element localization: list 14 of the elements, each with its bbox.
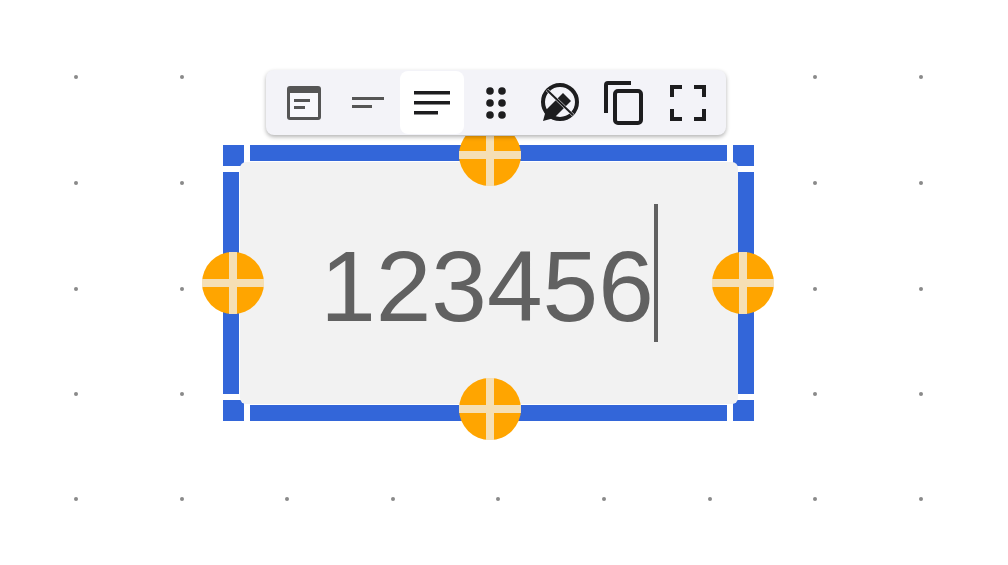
- connector-handle-icon[interactable]: [711, 251, 775, 315]
- node-text: 123456: [320, 230, 654, 336]
- connector-handle-icon[interactable]: [201, 251, 265, 315]
- align-lines-icon: [352, 96, 384, 109]
- text-node[interactable]: 123456: [240, 162, 738, 404]
- text-lines-icon: [414, 90, 450, 115]
- drag-handle-icon: [486, 86, 506, 119]
- copy-icon: [604, 80, 644, 125]
- card-icon: [286, 84, 322, 121]
- toolbar-button[interactable]: [400, 71, 464, 134]
- connector-handle-icon[interactable]: [458, 136, 522, 187]
- connector-handle-icon[interactable]: [458, 377, 522, 441]
- fullscreen-icon: [670, 84, 706, 121]
- no-edit-icon: [539, 81, 581, 124]
